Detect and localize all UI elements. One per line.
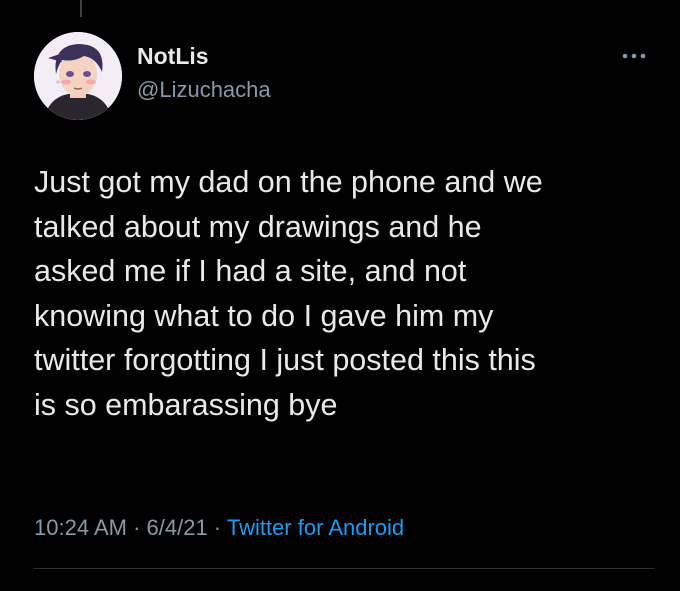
divider	[34, 568, 654, 569]
tweet-metadata: 10:24 AM · 6/4/21 · Twitter for Android	[34, 512, 404, 544]
avatar[interactable]	[34, 32, 122, 120]
anime-avatar-icon	[34, 32, 122, 120]
tweet-text-line: asked me if I had a site, and not	[34, 254, 467, 289]
more-horizontal-icon[interactable]	[616, 44, 652, 68]
tweet-text-line: knowing what to do I gave him my	[34, 298, 494, 333]
tweet-text-line: talked about my drawings and he	[34, 209, 482, 244]
tweet-text-line: Just got my dad on the phone and we	[34, 165, 543, 199]
meta-separator: ·	[207, 515, 227, 540]
tweet-source-link[interactable]: Twitter for Android	[227, 515, 404, 540]
thread-connector-line	[80, 0, 82, 17]
tweet-text: Just got my dad on the phone and we talk…	[34, 160, 654, 428]
author-handle[interactable]: @Lizuchacha	[137, 76, 271, 104]
tweet-time[interactable]: 10:24 AM	[34, 515, 127, 540]
tweet-text-line: twitter forgotting I just posted this th…	[34, 343, 536, 378]
meta-separator: ·	[126, 515, 147, 540]
tweet-date[interactable]: 6/4/21	[147, 515, 208, 540]
tweet-text-line: is so embarassing bye	[34, 387, 338, 422]
author-display-name[interactable]: NotLis	[137, 42, 209, 70]
